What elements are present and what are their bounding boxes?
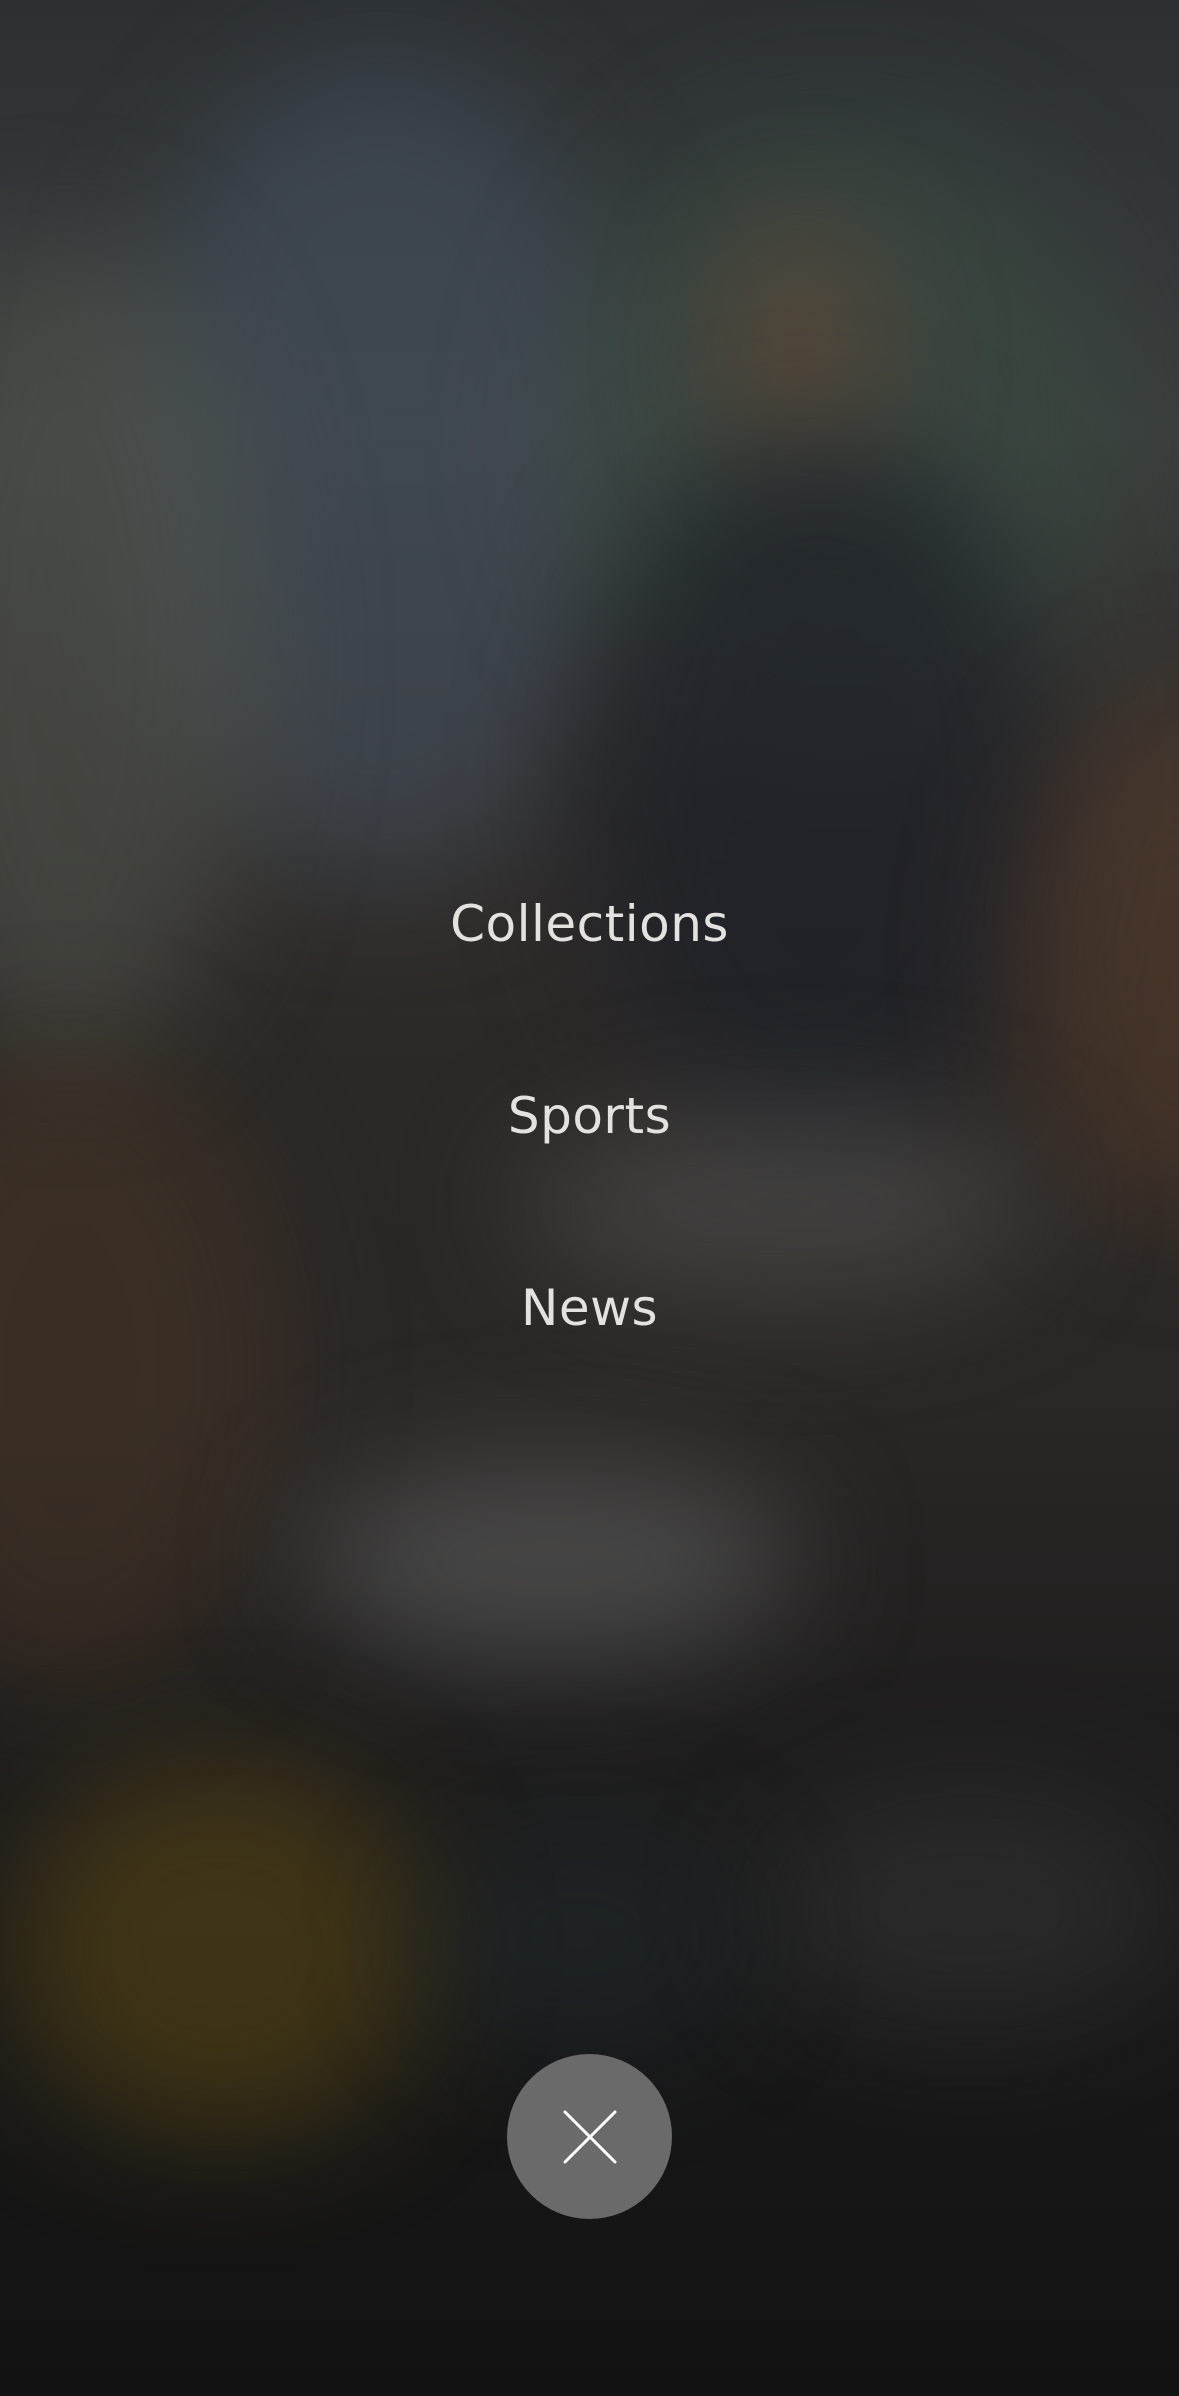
blurred-background-shape: [300, 1460, 800, 1660]
blurred-background-shape: [760, 1790, 1179, 2030]
close-button[interactable]: [507, 2054, 672, 2219]
blurred-background-shape: [10, 1760, 430, 2140]
blurred-background-shape: [420, 1830, 740, 2050]
blurred-background-shape: [0, 1050, 280, 1690]
blurred-background-shape: [580, 440, 1060, 1140]
close-icon: [563, 2110, 616, 2163]
menu-item-news[interactable]: News: [0, 1278, 1179, 1338]
menu-item-collections[interactable]: Collections: [0, 894, 1179, 954]
menu-overlay-screen: Collections Sports News: [0, 0, 1179, 2396]
menu-item-sports[interactable]: Sports: [0, 1086, 1179, 1146]
